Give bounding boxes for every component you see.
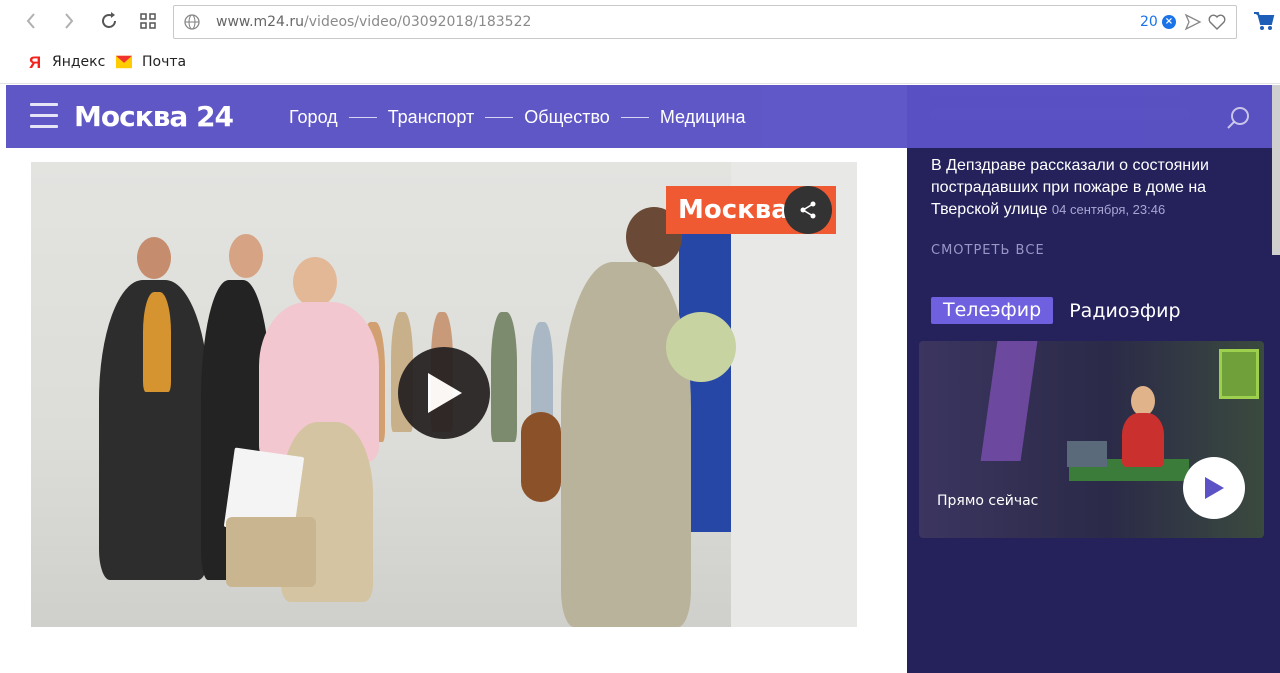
grid-icon	[140, 13, 156, 29]
extension-close-icon[interactable]: ×	[1162, 15, 1176, 29]
play-icon	[428, 373, 462, 413]
url-path: /videos/video/03092018/183522	[304, 14, 532, 30]
heart-icon[interactable]	[1207, 12, 1227, 36]
reload-button[interactable]	[96, 8, 122, 34]
menu-item-society[interactable]: Общество	[524, 107, 610, 128]
bookmark-label: Почта	[142, 54, 187, 70]
flower-bouquet	[666, 312, 736, 382]
bookmark-label: Яндекс	[52, 54, 106, 70]
browser-toolbar: www.m24.ru/videos/video/03092018/183522 …	[0, 0, 1280, 44]
url-text[interactable]: www.m24.ru/videos/video/03092018/183522	[216, 14, 531, 30]
globe-icon	[183, 13, 201, 35]
news-date: 04 сентября, 23:46	[1051, 202, 1166, 217]
cart-icon[interactable]	[1253, 11, 1275, 35]
back-button[interactable]	[18, 8, 44, 34]
see-all-link[interactable]: СМОТРЕТЬ ВСЕ	[931, 243, 1045, 258]
bookmark-mail[interactable]: Почта	[116, 54, 186, 70]
person-head	[229, 234, 263, 278]
send-icon[interactable]	[1184, 12, 1202, 36]
address-bar[interactable]: www.m24.ru/videos/video/03092018/183522 …	[173, 5, 1237, 39]
mustard-shirt	[143, 292, 171, 392]
share-button[interactable]	[784, 186, 832, 234]
mail-icon	[116, 54, 132, 70]
reload-icon	[102, 12, 116, 28]
bookmarks-bar: Я Яндекс Почта	[0, 44, 1280, 84]
anchor-red-top	[1122, 413, 1164, 467]
tabs-grid-button[interactable]	[135, 8, 161, 34]
menu-item-city[interactable]: Город	[289, 107, 338, 128]
tab-tv[interactable]: Телеэфир	[931, 297, 1054, 324]
chevron-left-icon	[26, 13, 35, 29]
main-menu: Город Транспорт Общество Медицина	[289, 107, 746, 128]
studio-screen	[1219, 349, 1259, 399]
woven-bag	[226, 517, 316, 587]
hamburger-menu-icon[interactable]	[30, 103, 58, 129]
chevron-right-icon	[65, 13, 74, 29]
forward-button[interactable]	[56, 8, 82, 34]
studio-monitor	[1067, 441, 1107, 467]
extension-count[interactable]: 20	[1140, 14, 1158, 30]
menu-divider	[348, 117, 377, 118]
play-icon	[1205, 477, 1224, 499]
video-player[interactable]: Москва	[31, 162, 857, 627]
brown-handbag	[521, 412, 561, 502]
live-player[interactable]: Прямо сейчас	[919, 341, 1264, 538]
live-caption: Прямо сейчас	[937, 493, 1039, 509]
site-logo[interactable]: Москва 24	[74, 100, 234, 133]
site-header: Москва 24 Город Транспорт Общество Медиц…	[6, 85, 1274, 148]
person-head	[293, 257, 337, 307]
anchor-head	[1131, 386, 1155, 416]
menu-item-transport[interactable]: Транспорт	[388, 107, 475, 128]
page-content: Москва 24 Город Транспорт Общество Медиц…	[0, 85, 1280, 673]
bookmark-yandex[interactable]: Я Яндекс	[26, 53, 106, 71]
live-play-button[interactable]	[1183, 457, 1245, 519]
play-button[interactable]	[398, 347, 490, 439]
url-host: www.m24.ru	[216, 14, 305, 30]
crowd-figure	[491, 312, 517, 442]
tab-radio[interactable]: Радиоэфир	[1069, 300, 1180, 322]
svg-text:Я: Я	[29, 53, 40, 71]
menu-divider	[620, 117, 649, 118]
person-head	[137, 237, 171, 279]
woman-beige-dress	[561, 262, 691, 627]
news-item[interactable]: В Депздраве рассказали о состоянии постр…	[931, 155, 1261, 221]
yandex-icon: Я	[26, 53, 42, 71]
search-icon[interactable]	[1226, 105, 1252, 135]
menu-divider	[485, 117, 514, 118]
share-icon	[800, 201, 816, 219]
page-scrollbar[interactable]	[1272, 85, 1280, 255]
broadcast-tabs: Телеэфир Радиоэфир	[931, 297, 1181, 324]
menu-item-medicine[interactable]: Медицина	[660, 107, 746, 128]
